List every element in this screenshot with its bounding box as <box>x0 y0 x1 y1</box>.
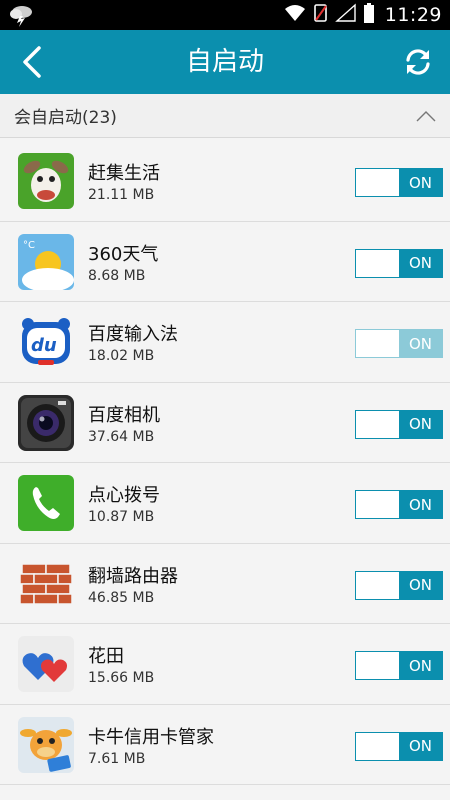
section-header[interactable]: 会自启动(23) <box>0 94 450 138</box>
kaniu-app-icon <box>18 716 74 773</box>
toggle-state-label: ON <box>399 571 442 599</box>
app-name: 花田 <box>88 646 124 667</box>
list-item: du 百度输入法 18.02 MB ON <box>0 302 450 383</box>
app-name: 点心拨号 <box>88 485 160 506</box>
toggle-state-label: ON <box>399 491 442 518</box>
app-name: 百度输入法 <box>88 324 178 345</box>
battery-icon <box>363 2 375 28</box>
toggle-off-part <box>356 330 399 357</box>
app-name: 百度相机 <box>88 404 160 426</box>
toggle-off-part <box>356 169 399 196</box>
toggle-off-part <box>356 732 399 760</box>
sim-icon <box>313 3 329 27</box>
huatian-hearts-app-icon <box>18 636 74 692</box>
ganji-app-icon <box>18 153 74 209</box>
baidu-camera-app-icon <box>18 394 74 451</box>
list-item: °C 360天气 8.68 MB ON <box>0 222 450 302</box>
list-item: 赶集生活 21.11 MB ON <box>0 141 450 222</box>
app-size: 37.64 MB <box>88 428 155 445</box>
section-label: 会自启动(23) <box>14 108 117 128</box>
app-name: 360天气 <box>88 243 159 265</box>
back-arrow-icon <box>23 46 41 78</box>
app-size: 7.61 MB <box>88 750 146 767</box>
autostart-toggle[interactable]: ON <box>355 490 443 519</box>
app-size: 10.87 MB <box>88 509 155 525</box>
back-button[interactable] <box>14 44 50 80</box>
list-item: 花田 15.66 MB ON <box>0 624 450 705</box>
toggle-off-part <box>356 410 399 438</box>
baidu-input-app-icon: du <box>18 314 74 370</box>
toggle-off-part <box>356 249 399 277</box>
app-size: 18.02 MB <box>88 348 155 364</box>
list-item: 翻墙路由器 46.85 MB ON <box>0 544 450 624</box>
app-bar: 自启动 <box>0 30 450 94</box>
app-size: 15.66 MB <box>88 670 155 686</box>
list-item: 卡牛信用卡管家 7.61 MB ON <box>0 705 450 785</box>
toggle-state-label: ON <box>399 249 442 277</box>
app-name: 卡牛信用卡管家 <box>88 726 214 748</box>
app-list: 赶集生活 21.11 MB ON °C 360天气 8.68 MB ON du … <box>0 141 450 785</box>
app-size: 46.85 MB <box>88 589 155 606</box>
autostart-toggle[interactable]: ON <box>355 329 443 358</box>
toggle-off-part <box>356 491 399 518</box>
app-name: 赶集生活 <box>88 163 160 184</box>
clock: 11:29 <box>384 4 442 26</box>
app-name: 翻墙路由器 <box>88 565 178 587</box>
svg-text:°C: °C <box>23 240 35 251</box>
autostart-toggle[interactable]: ON <box>355 731 443 761</box>
toggle-state-label: ON <box>399 330 442 357</box>
toggle-state-label: ON <box>399 169 442 196</box>
autostart-toggle[interactable]: ON <box>355 168 443 197</box>
list-item: 百度相机 37.64 MB ON <box>0 383 450 463</box>
dianxin-dialer-app-icon <box>18 475 74 531</box>
autostart-toggle[interactable]: ON <box>355 570 443 600</box>
brick-wall-app-icon <box>18 555 74 612</box>
status-bar: 11:29 <box>0 0 450 30</box>
weather-icon <box>8 3 34 27</box>
svg-text:du: du <box>31 335 57 356</box>
page-title: 自启动 <box>185 47 264 77</box>
toggle-off-part <box>356 571 399 599</box>
toggle-state-label: ON <box>399 410 442 438</box>
wifi-icon <box>283 3 307 27</box>
signal-icon <box>334 3 357 27</box>
chevron-up-icon[interactable] <box>414 104 438 128</box>
autostart-toggle[interactable]: ON <box>355 409 443 439</box>
autostart-toggle[interactable]: ON <box>355 651 443 680</box>
autostart-toggle[interactable]: ON <box>355 248 443 278</box>
app-size: 21.11 MB <box>88 187 155 203</box>
toggle-off-part <box>356 652 399 679</box>
list-item: 点心拨号 10.87 MB ON <box>0 463 450 544</box>
toggle-state-label: ON <box>399 652 442 679</box>
refresh-button[interactable] <box>398 42 438 82</box>
weather360-app-icon: °C <box>18 233 74 290</box>
refresh-icon <box>406 49 430 75</box>
app-size: 8.68 MB <box>88 267 146 284</box>
toggle-state-label: ON <box>399 732 442 760</box>
